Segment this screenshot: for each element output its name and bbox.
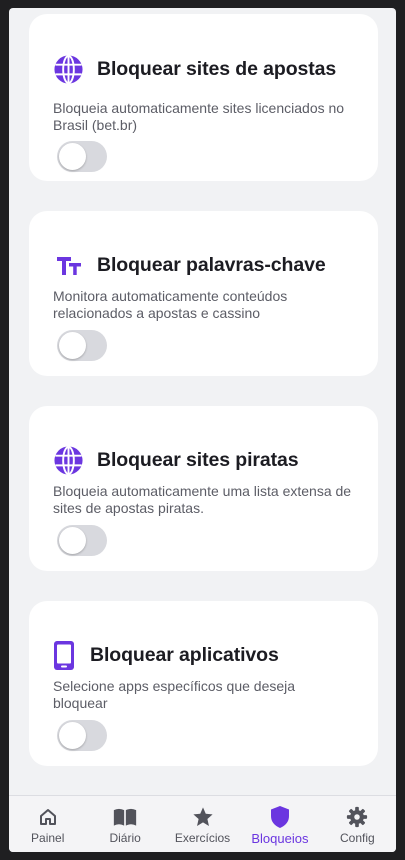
globe-icon [52, 444, 85, 477]
app-screen: Bloquear sites de apostas Bloqueia autom… [9, 8, 396, 852]
card-description: Selecione apps específicos que deseja bl… [53, 678, 296, 711]
toggle-block-pirate-sites[interactable] [57, 525, 107, 556]
card-block-pirate-sites: Bloquear sites piratas Bloqueia automati… [29, 406, 378, 571]
card-block-keywords: Bloquear palavras-chave Monitora automat… [29, 211, 378, 376]
card-title: Bloquear sites de apostas [97, 58, 337, 80]
toggle-block-betting-sites[interactable] [57, 141, 107, 172]
card-header: Bloquear sites de apostas [52, 53, 336, 86]
toggle-block-apps[interactable] [57, 720, 107, 751]
text-size-icon [52, 249, 85, 282]
card-description: Bloqueia automaticamente sites licenciad… [53, 100, 345, 133]
card-description: Monitora automaticamente conteúdos relac… [53, 288, 288, 321]
globe-icon [52, 53, 85, 86]
toggle-block-keywords[interactable] [57, 330, 107, 361]
card-title: Bloquear palavras-chave [97, 254, 326, 276]
card-block-apps: Bloquear aplicativos Selecione apps espe… [29, 601, 378, 766]
card-header: Bloquear palavras-chave [52, 249, 326, 282]
toggle-knob [59, 722, 86, 749]
nav-item-exercicios[interactable]: Exercícios [164, 796, 241, 852]
toggle-knob [59, 143, 86, 170]
nav-label: Diário [109, 831, 141, 845]
shield-icon [268, 806, 292, 828]
nav-item-bloqueios[interactable]: Bloqueios [241, 796, 318, 852]
nav-label: Exercícios [174, 831, 231, 845]
card-description: Bloqueia automaticamente uma lista exten… [53, 483, 352, 516]
card-header: Bloquear sites piratas [52, 444, 299, 477]
card-block-betting-sites: Bloquear sites de apostas Bloqueia autom… [29, 14, 378, 181]
card-header: Bloquear aplicativos [52, 639, 279, 672]
bottom-navigation: Painel Diário Exercícios Bloqueios Confi… [9, 795, 396, 852]
home-icon [36, 806, 60, 828]
nav-label: Config [339, 831, 375, 845]
card-title: Bloquear aplicativos [90, 644, 279, 666]
toggle-knob [59, 332, 86, 359]
star-icon [191, 806, 215, 828]
nav-item-config[interactable]: Config [319, 796, 396, 852]
gear-icon [345, 806, 369, 828]
smartphone-icon [52, 639, 76, 672]
nav-item-painel[interactable]: Painel [9, 796, 86, 852]
nav-label: Bloqueios [251, 831, 309, 846]
card-title: Bloquear sites piratas [97, 449, 299, 471]
book-icon [113, 806, 137, 828]
nav-item-diario[interactable]: Diário [86, 796, 163, 852]
nav-label: Painel [31, 831, 65, 845]
toggle-knob [59, 527, 86, 554]
